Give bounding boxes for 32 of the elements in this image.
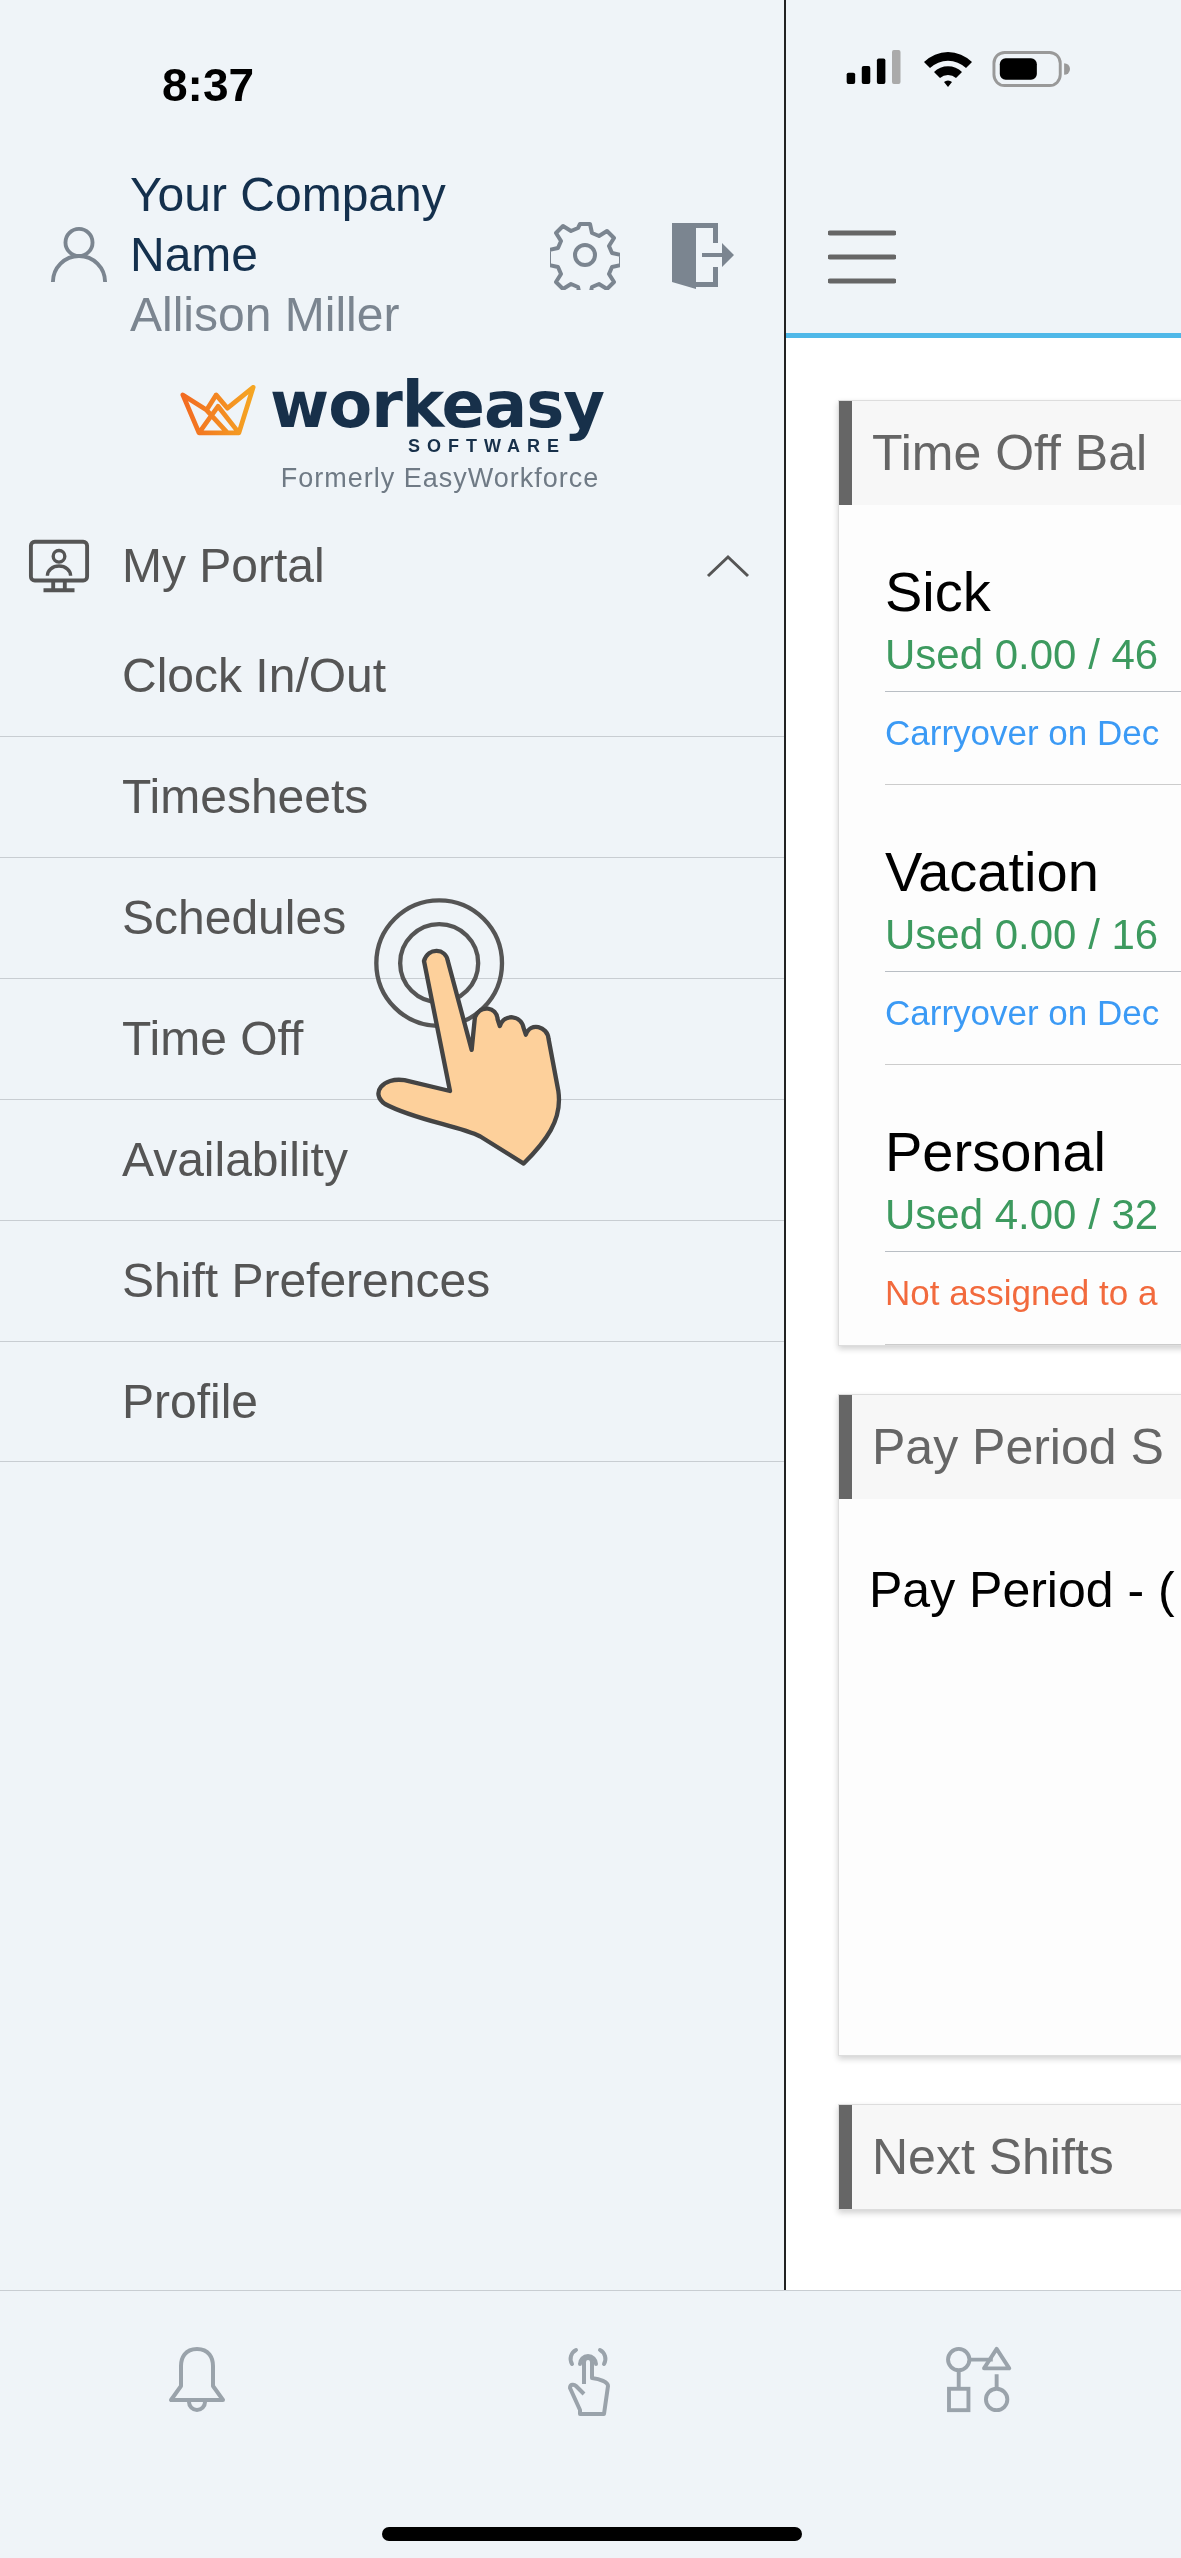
leave-note: Carryover on Dec [885,992,1161,1034]
leave-usage: Used 0.00 / 46 [885,627,1181,692]
user-name: Allison Miller [130,287,401,343]
pay-period-label: Pay Period - ( [868,1561,1176,1619]
monitor-user-icon [28,537,90,594]
card-title: Time Off Bal [872,424,1148,482]
leave-usage: Used 4.00 / 32 [885,1187,1181,1252]
menu-item[interactable]: Clock In/Out [0,615,784,736]
signal-icon [846,50,904,84]
leave-type: Personal [885,1119,1108,1185]
leave-note: Carryover on Dec [885,712,1161,754]
leave-usage: Used 0.00 / 16 [885,907,1181,972]
settings-icon[interactable] [550,220,620,290]
card-title: Next Shifts [872,2128,1114,2186]
company-name: Your Company Name [130,167,447,283]
menu-item[interactable]: Shift Preferences [0,1219,784,1341]
leave-type: Sick [885,559,992,625]
menu-item[interactable]: Timesheets [0,735,784,857]
wifi-icon [922,50,974,88]
chevron-icon[interactable] [706,553,750,578]
user-icon [50,225,108,285]
card-title: Pay Period S [872,1418,1164,1476]
leave-type: Vacation [885,839,1100,905]
menu-item[interactable]: Profile [0,1340,784,1462]
leave-note: Not assigned to a [885,1272,1159,1314]
status-time: 8:37 [162,58,255,113]
logout-icon[interactable] [670,220,736,290]
battery-icon [992,50,1070,88]
menu-icon[interactable] [828,228,896,285]
section-label: My Portal [122,538,326,594]
section-header[interactable]: My Portal [0,515,784,616]
logo-tagline: Formerly EasyWorkforce [280,462,600,494]
